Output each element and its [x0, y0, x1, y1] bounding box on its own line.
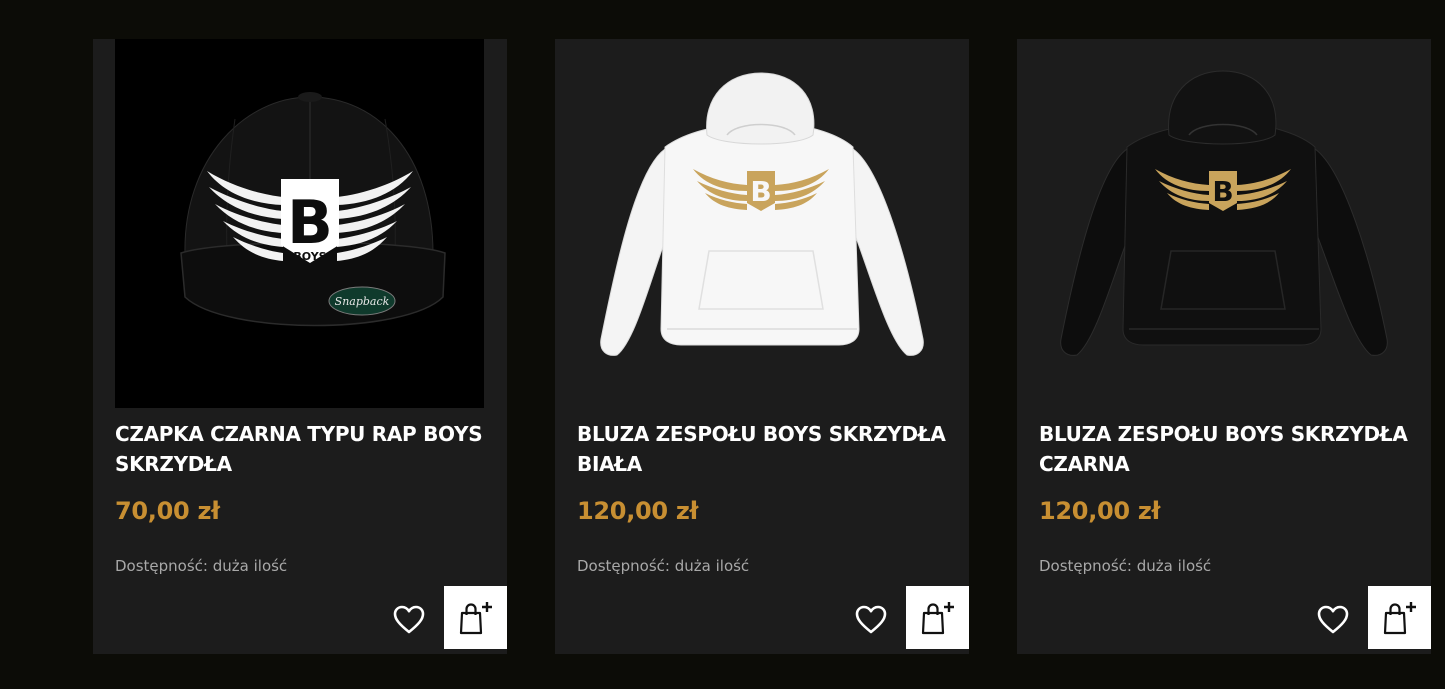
shopping-bag-plus-icon — [459, 601, 492, 634]
product-name[interactable]: BLUZA ZESPOŁU BOYS SKRZYDŁA CZARNA — [1039, 419, 1419, 479]
availability-text: Dostępność: duża ilość — [577, 557, 750, 575]
cap-badge-text: Snapback — [335, 295, 390, 308]
availability-text: Dostępność: duża ilość — [1039, 557, 1212, 575]
product-image[interactable]: B — [577, 39, 946, 408]
heart-icon — [1317, 605, 1349, 634]
heart-icon — [855, 605, 887, 634]
product-card: B BLUZA ZESPOŁU BOYS SKRZYDŁA CZARNA 120… — [1017, 39, 1431, 654]
shopping-bag-plus-icon — [921, 601, 954, 634]
cap-logo-letter: B — [287, 188, 333, 258]
shopping-bag-plus-icon — [1383, 601, 1416, 634]
product-name[interactable]: BLUZA ZESPOŁU BOYS SKRZYDŁA BIAŁA — [577, 419, 957, 479]
product-card: B BOYS Snapback CZAPKA CZARNA TYPU RAP B… — [93, 39, 507, 654]
product-image[interactable]: B BOYS Snapback — [115, 39, 484, 408]
hoodie-logo-letter: B — [750, 175, 771, 208]
product-price: 120,00 zł — [577, 497, 699, 525]
product-card: B BLUZA ZESPOŁU BOYS SKRZYDŁA BIAŁA 120,… — [555, 39, 969, 654]
product-price: 70,00 zł — [115, 497, 220, 525]
cap-logo-word: BOYS — [293, 250, 326, 263]
wishlist-button[interactable] — [851, 602, 891, 638]
add-to-cart-button[interactable] — [906, 586, 969, 649]
product-price: 120,00 zł — [1039, 497, 1161, 525]
add-to-cart-button[interactable] — [1368, 586, 1431, 649]
add-to-cart-button[interactable] — [444, 586, 507, 649]
white-hoodie-image: B — [577, 39, 946, 408]
heart-icon — [393, 605, 425, 634]
black-hoodie-image: B — [1039, 39, 1408, 408]
product-image[interactable]: B — [1039, 39, 1408, 408]
hoodie-logo-letter: B — [1212, 175, 1233, 208]
cap-image: B BOYS Snapback — [115, 39, 484, 408]
availability-text: Dostępność: duża ilość — [115, 557, 288, 575]
product-name[interactable]: CZAPKA CZARNA TYPU RAP BOYS SKRZYDŁA — [115, 419, 495, 479]
wishlist-button[interactable] — [389, 602, 429, 638]
wishlist-button[interactable] — [1313, 602, 1353, 638]
